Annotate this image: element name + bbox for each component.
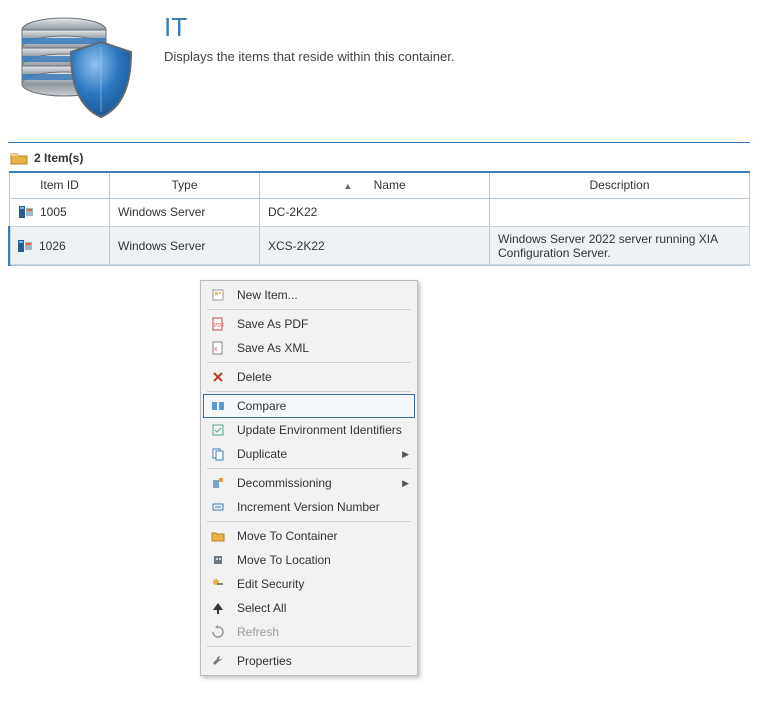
menu-select-all[interactable]: Select All bbox=[203, 596, 415, 620]
table-row[interactable]: 1005 Windows Server DC-2K22 bbox=[10, 198, 750, 226]
menu-label: Update Environment Identifiers bbox=[237, 423, 409, 437]
menu-label: Decommissioning bbox=[237, 476, 392, 490]
item-count-label: 2 Item(s) bbox=[34, 151, 83, 165]
menu-label: Compare bbox=[237, 399, 409, 413]
menu-update-env[interactable]: Update Environment Identifiers bbox=[203, 418, 415, 442]
menu-edit-security[interactable]: Edit Security bbox=[203, 572, 415, 596]
sort-asc-icon: ▲ bbox=[343, 181, 352, 191]
svg-text:PDF: PDF bbox=[214, 323, 224, 329]
folder-icon bbox=[10, 151, 28, 165]
server-icon bbox=[18, 204, 34, 220]
cell-type: Windows Server bbox=[110, 198, 260, 226]
delete-icon bbox=[209, 370, 227, 384]
col-header-id[interactable]: Item ID bbox=[10, 172, 110, 198]
menu-refresh: Refresh bbox=[203, 620, 415, 644]
menu-label: Duplicate bbox=[237, 447, 392, 461]
duplicate-icon bbox=[209, 447, 227, 461]
menu-move-location[interactable]: Move To Location bbox=[203, 548, 415, 572]
col-header-description[interactable]: Description bbox=[490, 172, 750, 198]
cell-type: Windows Server bbox=[110, 226, 260, 265]
cell-desc: Windows Server 2022 server running XIA C… bbox=[490, 226, 750, 265]
items-table: Item ID Type ▲ Name Description bbox=[8, 171, 750, 266]
menu-label: Save As PDF bbox=[237, 317, 409, 331]
security-icon bbox=[209, 577, 227, 591]
pdf-icon: PDF bbox=[209, 317, 227, 331]
menu-separator bbox=[207, 468, 411, 469]
menu-increment-version[interactable]: Increment Version Number bbox=[203, 495, 415, 519]
menu-label: Increment Version Number bbox=[237, 500, 409, 514]
menu-label: Select All bbox=[237, 601, 409, 615]
menu-new-item[interactable]: New Item... bbox=[203, 283, 415, 307]
cell-name: XCS-2K22 bbox=[260, 226, 490, 265]
menu-move-container[interactable]: Move To Container bbox=[203, 524, 415, 548]
submenu-arrow-icon: ▶ bbox=[402, 478, 409, 489]
menu-properties[interactable]: Properties bbox=[203, 649, 415, 673]
version-icon bbox=[209, 500, 227, 514]
decomm-icon bbox=[209, 476, 227, 490]
menu-duplicate[interactable]: Duplicate ▶ bbox=[203, 442, 415, 466]
checklist-icon bbox=[209, 423, 227, 437]
cell-id: 1005 bbox=[40, 205, 67, 219]
col-header-name-label: Name bbox=[374, 178, 406, 192]
menu-label: Move To Location bbox=[237, 553, 409, 567]
menu-decommissioning[interactable]: Decommissioning ▶ bbox=[203, 471, 415, 495]
menu-delete[interactable]: Delete bbox=[203, 365, 415, 389]
container-header: IT Displays the items that reside within… bbox=[8, 8, 750, 134]
menu-label: Move To Container bbox=[237, 529, 409, 543]
server-icon bbox=[17, 238, 33, 254]
select-all-icon bbox=[209, 601, 227, 615]
menu-label: Properties bbox=[237, 654, 409, 668]
submenu-arrow-icon: ▶ bbox=[402, 449, 409, 460]
item-count-row: 2 Item(s) bbox=[8, 149, 750, 171]
menu-compare[interactable]: Compare bbox=[203, 394, 415, 418]
table-row[interactable]: 1026 Windows Server XCS-2K22 Windows Ser… bbox=[10, 226, 750, 265]
menu-separator bbox=[207, 391, 411, 392]
menu-label: Refresh bbox=[237, 625, 409, 639]
menu-save-xml[interactable]: X Save As XML bbox=[203, 336, 415, 360]
menu-label: New Item... bbox=[237, 288, 409, 302]
cell-desc bbox=[490, 198, 750, 226]
page-subtitle: Displays the items that reside within th… bbox=[164, 49, 454, 64]
menu-label: Delete bbox=[237, 370, 409, 384]
wrench-icon bbox=[209, 654, 227, 668]
menu-label: Edit Security bbox=[237, 577, 409, 591]
col-header-name[interactable]: ▲ Name bbox=[260, 172, 490, 198]
menu-separator bbox=[207, 309, 411, 310]
header-divider bbox=[8, 142, 750, 143]
xml-icon: X bbox=[209, 341, 227, 355]
menu-separator bbox=[207, 646, 411, 647]
menu-label: Save As XML bbox=[237, 341, 409, 355]
page-title: IT bbox=[164, 12, 454, 43]
folder-move-icon bbox=[209, 529, 227, 543]
container-graphic bbox=[14, 12, 144, 122]
cell-id: 1026 bbox=[39, 239, 66, 253]
compare-icon bbox=[209, 399, 227, 413]
refresh-icon bbox=[209, 625, 227, 639]
menu-separator bbox=[207, 521, 411, 522]
table-header-row: Item ID Type ▲ Name Description bbox=[10, 172, 750, 198]
cell-name: DC-2K22 bbox=[260, 198, 490, 226]
col-header-type[interactable]: Type bbox=[110, 172, 260, 198]
menu-separator bbox=[207, 362, 411, 363]
sparkle-icon bbox=[209, 288, 227, 302]
menu-save-pdf[interactable]: PDF Save As PDF bbox=[203, 312, 415, 336]
context-menu: New Item... PDF Save As PDF X Save As XM… bbox=[200, 280, 418, 676]
location-icon bbox=[209, 553, 227, 567]
